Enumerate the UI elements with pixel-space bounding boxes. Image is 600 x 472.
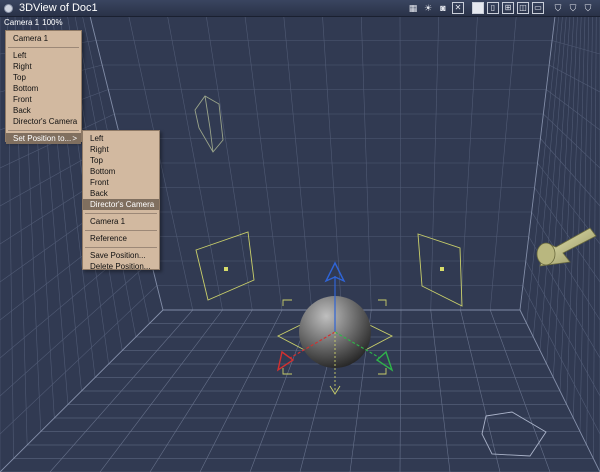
camera-indicator[interactable]: Camera 1 100% [4,18,63,28]
submenu-item-bottom[interactable]: Bottom [83,166,159,177]
view-quad-icon[interactable]: ⊞ [502,2,514,14]
shield-c-icon[interactable]: ⛉ [582,2,594,14]
light-bottom-right[interactable] [481,411,547,457]
submenu-item-camera-1[interactable]: Camera 1 [83,216,159,227]
menu-item-camera-1[interactable]: Camera 1 [6,33,81,44]
move-gizmo[interactable] [276,261,394,395]
submenu-item-directors-camera[interactable]: Director's Camera [83,199,159,210]
set-position-submenu: Left Right Top Bottom Front Back Directo… [82,130,160,272]
menu-separator [8,47,79,48]
spotlight-top-left[interactable] [194,95,224,153]
view-triple-icon[interactable]: ◫ [517,2,529,14]
menu-item-right[interactable]: Right [6,61,81,72]
grid-icon[interactable]: ▦ [407,2,419,14]
window-close-icon[interactable] [4,4,13,13]
menu-item-back[interactable]: Back [6,105,81,116]
menu-item-top[interactable]: Top [6,72,81,83]
menu-item-set-position[interactable]: Set Position to... > [6,133,81,144]
menu-item-front[interactable]: Front [6,94,81,105]
light-right[interactable] [417,233,463,307]
center-icon[interactable]: ✕ [452,2,464,14]
submenu-arrow-icon: > [72,134,77,143]
view-single-icon[interactable] [472,2,484,14]
set-position-label: Set Position to... [13,134,72,143]
menu-separator [85,213,157,214]
menu-separator [85,247,157,248]
camera-menu: Camera 1 Left Right Top Bottom Front Bac… [5,30,82,144]
menu-item-directors-camera[interactable]: Director's Camera [6,116,81,127]
camera-icon[interactable]: ◙ [437,2,449,14]
menu-item-bottom[interactable]: Bottom [6,83,81,94]
submenu-item-top[interactable]: Top [83,155,159,166]
submenu-item-left[interactable]: Left [83,133,159,144]
submenu-item-front[interactable]: Front [83,177,159,188]
view-toolbar: ▦ ☀ ◙ ✕ ▯ ⊞ ◫ ▭ ⛉ ⛉ ⛉ [404,1,594,15]
view-double-icon[interactable]: ▯ [487,2,499,14]
menu-separator [8,130,79,131]
submenu-item-back[interactable]: Back [83,188,159,199]
submenu-item-reference[interactable]: Reference [83,233,159,244]
shield-b-icon[interactable]: ⛉ [567,2,579,14]
menu-separator [85,230,157,231]
camera-zoom: 100% [42,18,63,27]
window-title: 3DView of Doc1 [19,2,98,14]
shield-a-icon[interactable]: ⛉ [552,2,564,14]
submenu-item-right[interactable]: Right [83,144,159,155]
view-split-icon[interactable]: ▭ [532,2,544,14]
camera-name: Camera 1 [4,18,40,27]
right-wall-grid [519,16,600,472]
submenu-item-delete-position[interactable]: Delete Position... [83,261,159,272]
title-bar: 3DView of Doc1 ▦ ☀ ◙ ✕ ▯ ⊞ ◫ ▭ ⛉ ⛉ ⛉ [0,0,600,17]
submenu-item-save-position[interactable]: Save Position... [83,250,159,261]
light-icon[interactable]: ☀ [422,2,434,14]
menu-item-left[interactable]: Left [6,50,81,61]
